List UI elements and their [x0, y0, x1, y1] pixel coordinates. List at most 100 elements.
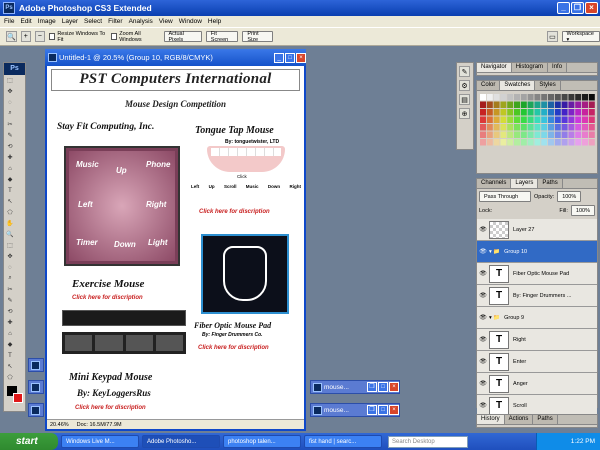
tool-icon[interactable]: ✋ [5, 219, 15, 228]
swatch[interactable] [561, 139, 568, 146]
swatch[interactable] [507, 116, 514, 124]
tab-layers[interactable]: Layers [511, 179, 539, 188]
swatch[interactable] [520, 94, 527, 101]
mini-click-link[interactable]: Click here for discription [75, 405, 146, 411]
swatch[interactable] [493, 116, 500, 124]
swatch[interactable] [548, 109, 554, 116]
swatch[interactable] [500, 94, 507, 101]
tool-icon[interactable]: T [5, 186, 15, 195]
swatch[interactable] [500, 109, 507, 116]
swatch[interactable] [568, 109, 575, 116]
swatch-grid[interactable] [480, 94, 596, 164]
swatch[interactable] [588, 139, 595, 146]
swatch[interactable] [554, 101, 561, 109]
swatch[interactable] [582, 124, 588, 131]
fiber-click-link[interactable]: Click here for discription [198, 345, 269, 351]
swatch[interactable] [561, 131, 568, 139]
swatch[interactable] [561, 116, 568, 124]
workspace-menu[interactable]: Workspace ▾ [561, 31, 600, 43]
background-color-swatch[interactable] [13, 393, 23, 403]
swatch[interactable] [507, 101, 514, 109]
menu-analysis[interactable]: Analysis [129, 18, 153, 25]
minimized-window-b[interactable] [28, 380, 44, 394]
swatch[interactable] [568, 94, 575, 101]
tab-navigator[interactable]: Navigator [477, 63, 512, 72]
swatch[interactable] [527, 124, 534, 131]
tool-icon[interactable]: ⟲ [5, 307, 15, 316]
swatch[interactable] [520, 101, 527, 109]
tool-icon[interactable]: ◌ [5, 98, 15, 107]
blend-mode-select[interactable]: Pass Through [479, 191, 531, 202]
swatch[interactable] [588, 94, 595, 101]
layer-row[interactable]: 👁 T Fiber Optic Mouse Pad [477, 263, 597, 285]
taskbar-button[interactable]: Adobe Photosho... [142, 435, 220, 448]
swatch[interactable] [541, 109, 548, 116]
tool-icon[interactable]: ⟲ [5, 142, 15, 151]
swatch[interactable] [541, 131, 548, 139]
tab-paths[interactable]: Paths [533, 415, 558, 424]
tab-styles[interactable]: Styles [535, 81, 561, 90]
swatch[interactable] [582, 139, 588, 146]
swatch[interactable] [507, 139, 514, 146]
swatch[interactable] [493, 139, 500, 146]
swatch[interactable] [548, 124, 554, 131]
swatch[interactable] [534, 109, 541, 116]
tool-icon[interactable]: 🔍 [5, 230, 15, 239]
zoom-level[interactable]: 20.46% [50, 422, 69, 428]
opacity-input[interactable]: 100% [557, 191, 582, 202]
zoom-out-icon[interactable]: − [34, 31, 45, 42]
swatch[interactable] [554, 109, 561, 116]
tool-icon[interactable]: T [5, 351, 15, 360]
fit-screen-button[interactable]: Fit Screen [205, 31, 239, 43]
swatch[interactable] [554, 94, 561, 101]
minimized-window-a[interactable] [28, 358, 44, 372]
swatch[interactable] [548, 116, 554, 124]
desktop-search-input[interactable]: Search Desktop [388, 435, 468, 448]
tool-icon[interactable]: ◆ [5, 340, 15, 349]
menu-image[interactable]: Image [38, 18, 56, 25]
close-button[interactable]: × [585, 2, 598, 14]
layer-comps-icon[interactable]: ▤ [459, 94, 470, 105]
eye-icon[interactable]: 👁 [477, 248, 489, 255]
layer-row[interactable]: 👁 ▾ 📁 Group 9 [477, 307, 597, 329]
swatch[interactable] [554, 139, 561, 146]
eye-icon[interactable]: 👁 [477, 336, 489, 343]
swatch[interactable] [520, 124, 527, 131]
swatch[interactable] [568, 101, 575, 109]
swatch[interactable] [582, 109, 588, 116]
swatch[interactable] [527, 109, 534, 116]
eye-icon[interactable]: 👁 [477, 226, 489, 233]
tool-icon[interactable]: ✚ [5, 318, 15, 327]
swatch[interactable] [554, 116, 561, 124]
swatch[interactable] [520, 109, 527, 116]
zoom-in-icon[interactable]: + [20, 31, 31, 42]
tool-preset-icon[interactable]: ⚙ [459, 80, 470, 91]
tab-paths[interactable]: Paths [538, 179, 563, 188]
tool-icon[interactable]: ⌕ [5, 109, 15, 118]
tab-color[interactable]: Color [477, 81, 501, 90]
tongue-click-link[interactable]: Click here for discription [199, 209, 270, 215]
swatch[interactable] [575, 131, 582, 139]
swatch[interactable] [480, 94, 486, 101]
tool-icon[interactable]: ✂ [5, 285, 15, 294]
swatch[interactable] [527, 116, 534, 124]
resize-windows-checkbox[interactable]: Resize Windows To Fit [48, 31, 107, 43]
swatch[interactable] [575, 124, 582, 131]
swatch[interactable] [493, 109, 500, 116]
swatch[interactable] [500, 116, 507, 124]
swatch[interactable] [541, 116, 548, 124]
menu-edit[interactable]: Edit [20, 18, 31, 25]
swatch[interactable] [514, 139, 520, 146]
palette-well-icon[interactable]: ▭ [547, 31, 558, 42]
swatch[interactable] [588, 124, 595, 131]
tool-icon[interactable]: ⌂ [5, 164, 15, 173]
swatch[interactable] [541, 101, 548, 109]
swatch[interactable] [588, 109, 595, 116]
minimized-doc-1[interactable]: mouse... ❐ □ × [310, 380, 400, 394]
swatch[interactable] [541, 94, 548, 101]
tab-swatches[interactable]: Swatches [500, 81, 536, 90]
layer-row[interactable]: 👁 Layer 27 [477, 219, 597, 241]
swatch[interactable] [527, 94, 534, 101]
eye-icon[interactable]: 👁 [477, 292, 489, 299]
menu-window[interactable]: Window [179, 18, 202, 25]
